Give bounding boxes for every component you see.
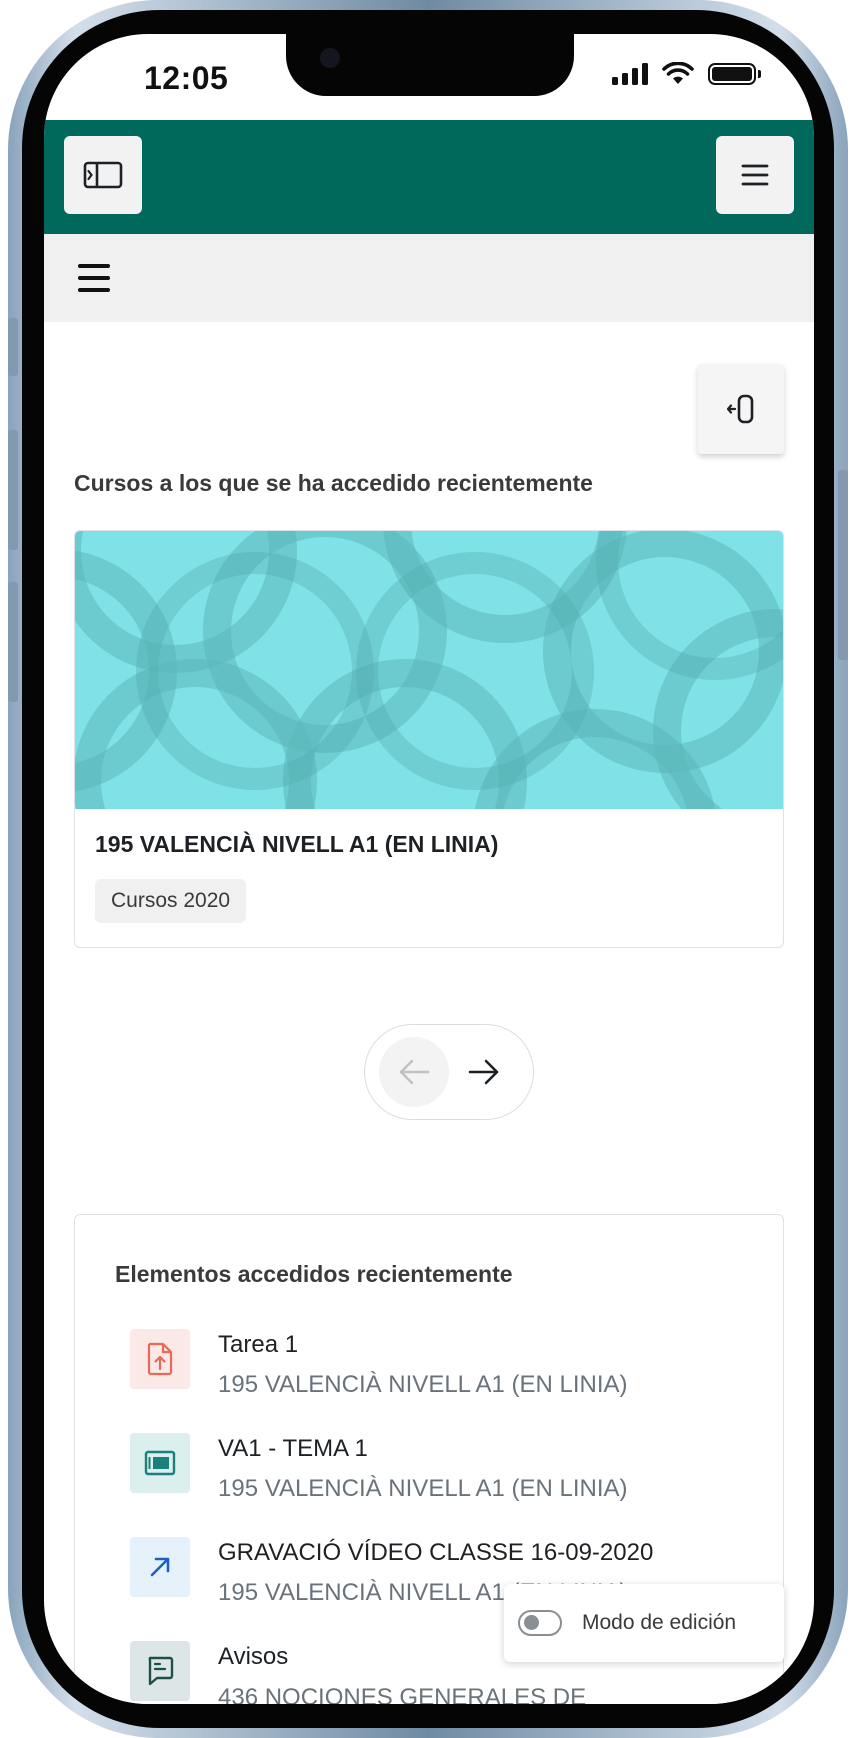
mute-switch <box>8 318 18 376</box>
carousel-pager <box>364 1024 534 1120</box>
status-bar: 12:05 <box>44 34 814 120</box>
item-course: 436 NOCIONES GENERALES DE TRIBUTOS LOCAL… <box>218 1684 587 1704</box>
volume-up-button <box>8 430 18 550</box>
course-category-badge: Cursos 2020 <box>95 879 247 923</box>
secondary-navbar <box>44 234 814 322</box>
hamburger-icon <box>78 264 110 292</box>
recent-courses-title: Cursos a los que se ha accedido reciente… <box>74 470 593 496</box>
arrow-left-icon <box>399 1059 430 1085</box>
volume-down-button <box>8 582 18 702</box>
forum-icon <box>130 1641 190 1701</box>
recent-items-title: Elementos accedidos recientemente <box>115 1261 513 1287</box>
power-button <box>838 470 848 660</box>
item-name[interactable]: Tarea 1 <box>218 1331 298 1359</box>
top-navbar <box>44 120 814 234</box>
front-camera <box>320 48 340 68</box>
item-course: 195 VALENCIÀ NIVELL A1 (EN LINIA) <box>218 1475 628 1502</box>
menu-icon <box>741 164 769 186</box>
item-name[interactable]: GRAVACIÓ VÍDEO CLASSE 16-09-2020 <box>218 1539 653 1567</box>
edit-mode-toggle[interactable]: Modo de edición <box>504 1584 784 1662</box>
previous-button[interactable] <box>379 1037 449 1107</box>
course-card[interactable]: 195 VALENCIÀ NIVELL A1 (EN LINIA) Cursos… <box>74 530 784 948</box>
course-name[interactable]: 195 VALENCIÀ NIVELL A1 (EN LINIA) <box>95 831 498 858</box>
edit-mode-switch[interactable] <box>518 1610 562 1636</box>
sidebar-toggle-button[interactable] <box>64 136 142 214</box>
item-course: 195 VALENCIÀ NIVELL A1 (EN LINIA) <box>218 1371 628 1398</box>
drawer-close-icon <box>726 394 754 424</box>
block-drawer-button[interactable] <box>698 364 784 454</box>
recent-item[interactable]: VA1 - TEMA 1 195 VALENCIÀ NIVELL A1 (EN … <box>130 1433 770 1523</box>
next-button[interactable] <box>449 1037 519 1107</box>
main-content: Cursos a los que se ha accedido reciente… <box>44 322 814 1704</box>
wifi-icon <box>662 62 694 84</box>
item-name[interactable]: VA1 - TEMA 1 <box>218 1435 368 1463</box>
status-icons <box>612 62 761 86</box>
recent-item[interactable]: Tarea 1 195 VALENCIÀ NIVELL A1 (EN LINIA… <box>130 1329 770 1419</box>
status-time: 12:05 <box>144 60 229 96</box>
main-menu-button[interactable] <box>716 136 794 214</box>
external-link-icon <box>130 1537 190 1597</box>
notch <box>286 34 574 96</box>
sidebar-toggle-icon <box>83 161 123 189</box>
course-image[interactable] <box>75 531 784 809</box>
signal-icon <box>612 63 648 85</box>
hamburger-menu-button[interactable] <box>74 258 114 298</box>
toggle-knob <box>524 1615 539 1630</box>
item-name[interactable]: Avisos <box>218 1643 288 1671</box>
assignment-upload-icon <box>130 1329 190 1389</box>
edit-mode-label: Modo de edición <box>582 1611 737 1634</box>
page-icon <box>130 1433 190 1493</box>
arrow-right-icon <box>468 1059 499 1085</box>
screen: 12:05 Cursos a los que se ha accedido re… <box>44 34 814 1704</box>
battery-icon <box>708 63 761 85</box>
